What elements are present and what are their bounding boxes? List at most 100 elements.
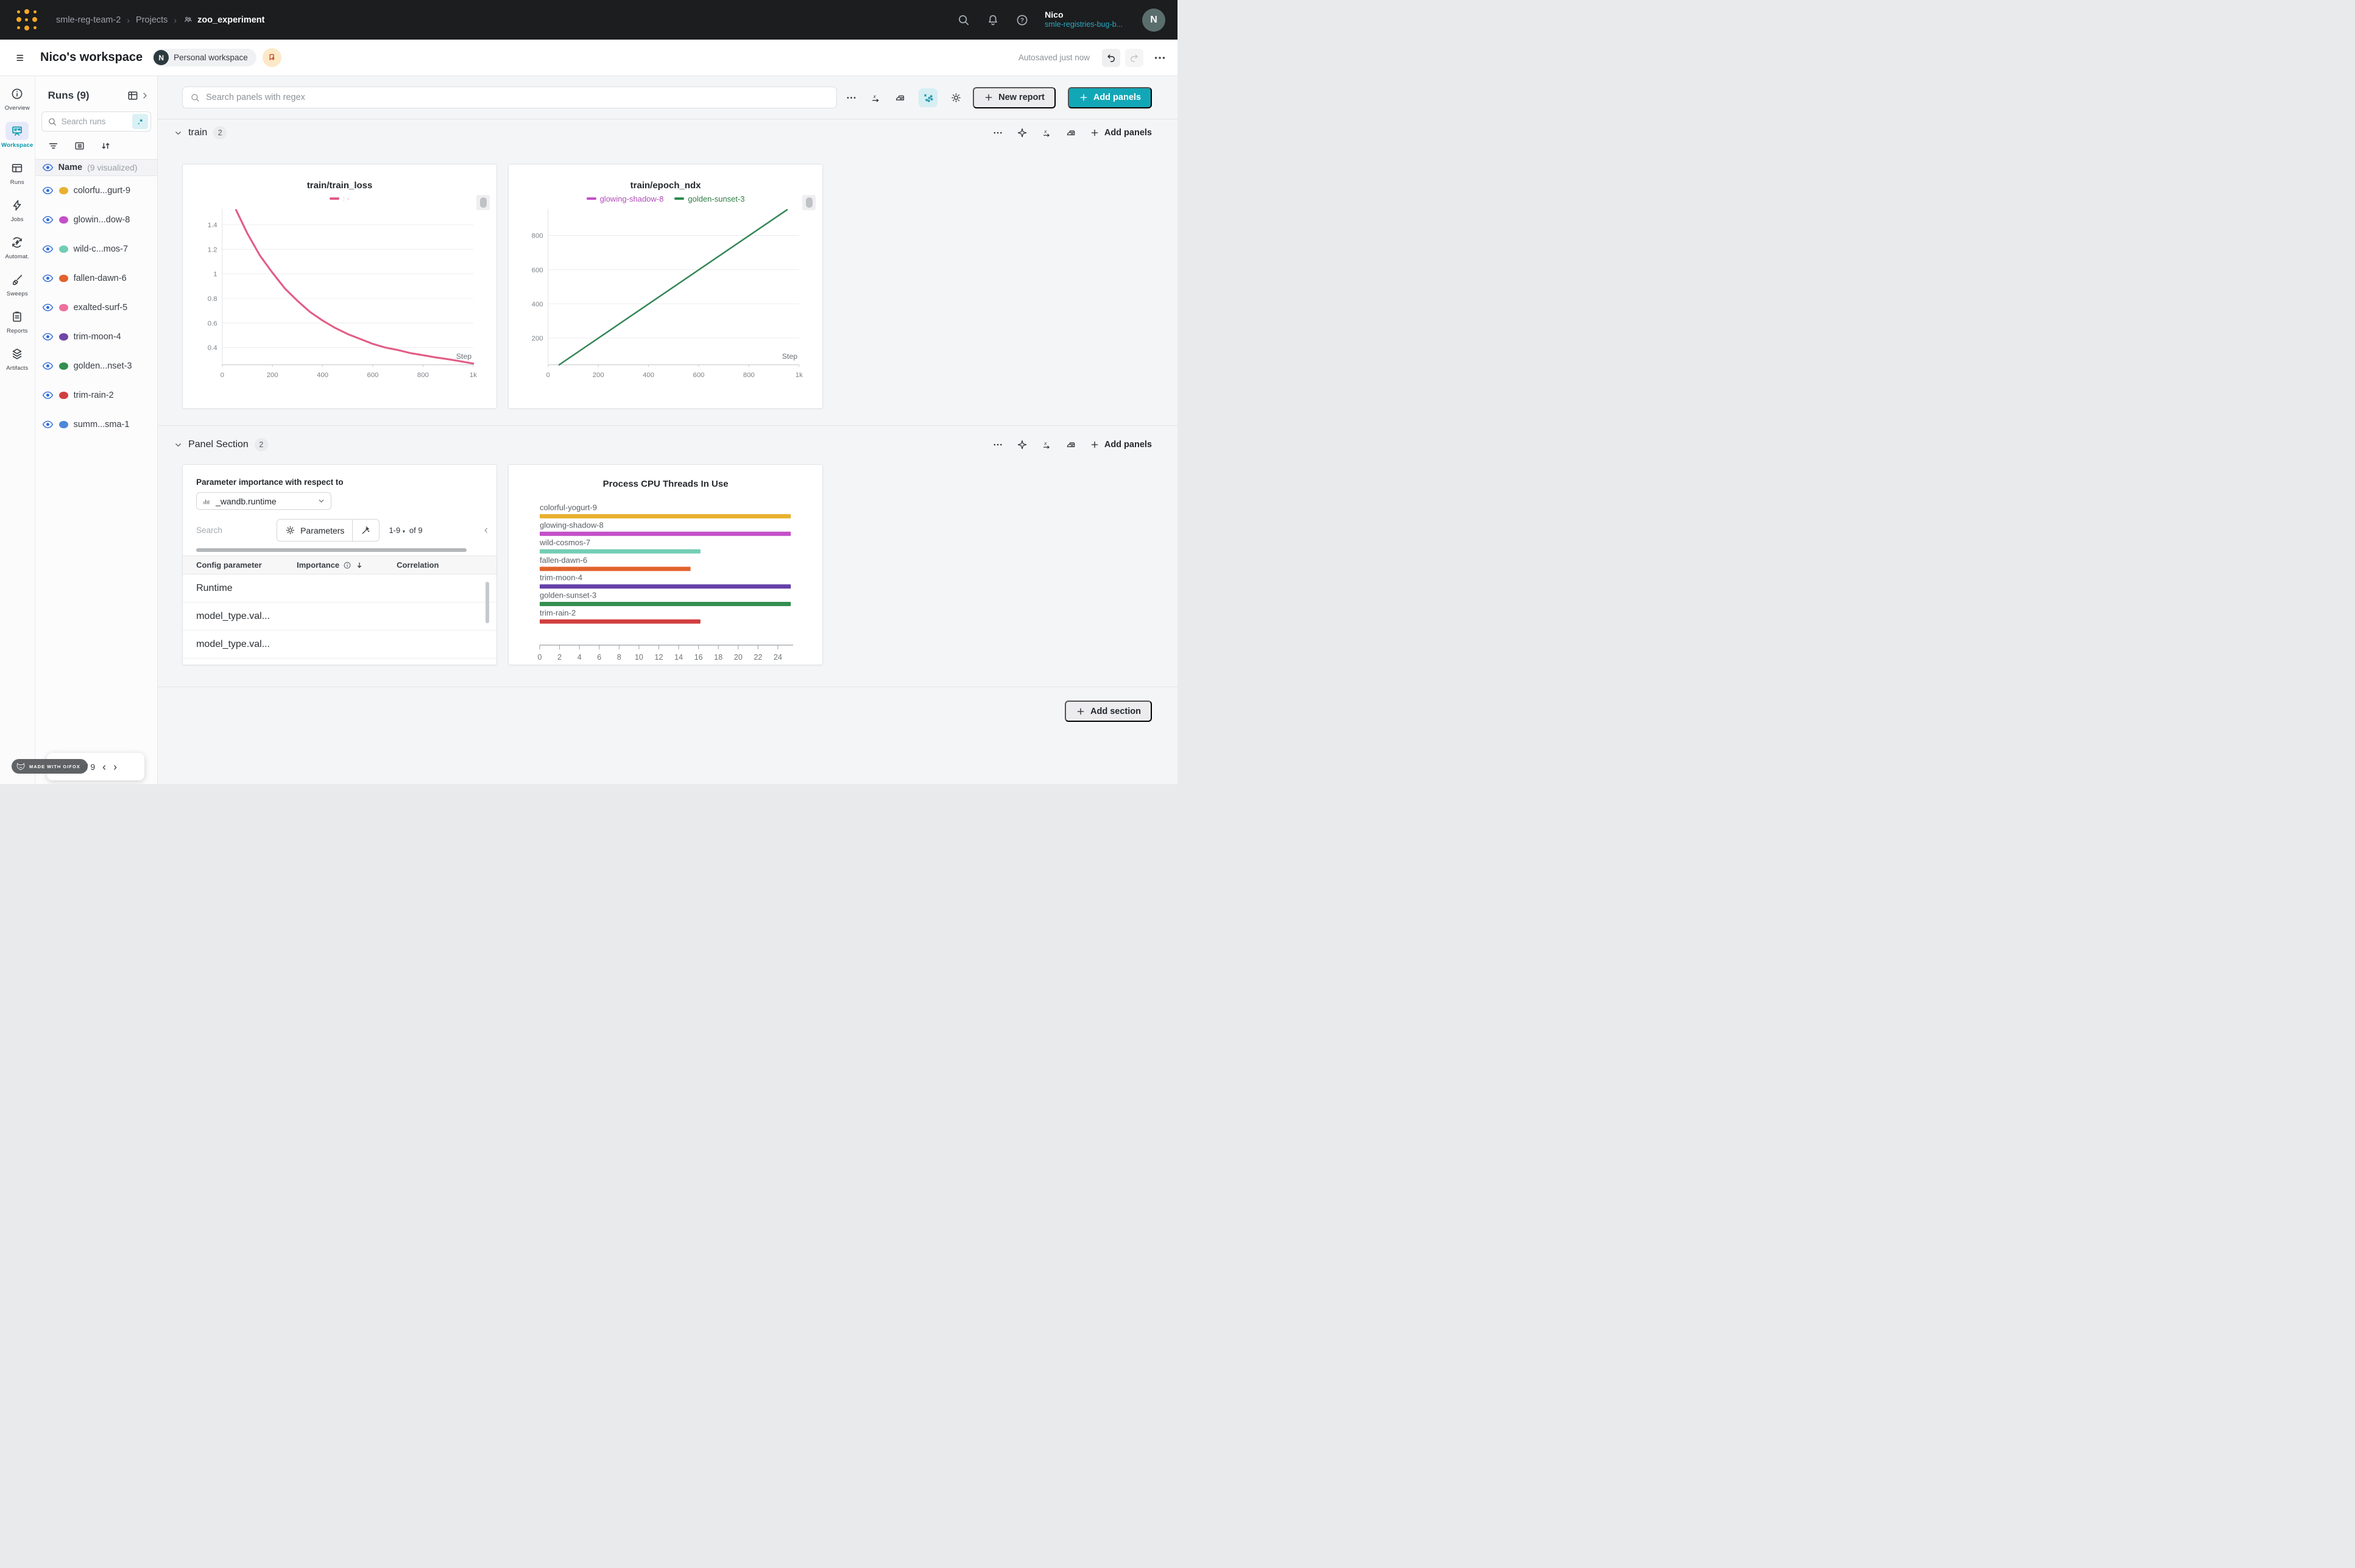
pager-next-button[interactable]: › — [113, 761, 117, 772]
breadcrumb-team[interactable]: smle-reg-team-2 — [56, 15, 121, 25]
sort-desc-arrow-icon[interactable] — [355, 561, 364, 570]
parameters-button[interactable]: Parameters — [277, 520, 352, 541]
pin-sparkle-icon[interactable] — [1017, 439, 1028, 450]
collapse-left-icon[interactable]: ‹ — [477, 524, 488, 537]
section-add-panels-button[interactable]: Add panels — [1090, 128, 1152, 138]
section-more-icon[interactable] — [992, 439, 1003, 450]
epoch-ndx-chart[interactable]: 20040060080002004006008001kStep — [509, 169, 824, 389]
settings-gear-icon[interactable] — [950, 92, 962, 104]
run-row[interactable]: trim-moon-4 — [35, 322, 158, 351]
col-importance[interactable]: Importance — [297, 560, 339, 570]
breadcrumb-projects[interactable]: Projects — [136, 15, 168, 25]
vertical-scrollbar[interactable] — [485, 582, 489, 623]
run-row[interactable]: fallen-dawn-6 — [35, 264, 158, 293]
cpu-threads-chart[interactable]: colorful-yogurt-9glowing-shadow-8wild-co… — [509, 494, 824, 666]
col-config-parameter[interactable]: Config parameter — [196, 560, 297, 570]
runs-list-header[interactable]: Name (9 visualized) — [35, 159, 158, 176]
eye-visible-icon[interactable] — [42, 245, 54, 253]
user-menu[interactable]: Nico smle-registries-bug-b... — [1045, 10, 1123, 30]
sidebar-item-runs[interactable]: Runs — [0, 159, 34, 186]
sidebar-item-jobs[interactable]: Jobs — [0, 196, 34, 223]
smoothing-iron-icon[interactable] — [894, 92, 906, 104]
chevron-right-icon[interactable] — [140, 91, 150, 101]
sort-icon[interactable] — [100, 140, 111, 152]
run-row[interactable]: summ...sma-1 — [35, 410, 158, 439]
eye-visible-icon[interactable] — [42, 216, 54, 224]
magic-wand-button[interactable] — [352, 520, 379, 541]
importance-table-row[interactable]: model_type.val... — [183, 602, 496, 630]
help-icon[interactable]: ? — [1015, 13, 1029, 27]
run-row[interactable]: wild-c...mos-7 — [35, 235, 158, 264]
sidebar-item-workspace[interactable]: Workspace — [0, 122, 34, 149]
horizontal-scrollbar[interactable] — [196, 548, 467, 552]
section-title[interactable]: train — [188, 127, 207, 138]
add-panels-button[interactable]: Add panels — [1068, 87, 1152, 108]
pager-prev-button[interactable]: ‹ — [102, 761, 106, 772]
run-row[interactable]: exalted-surf-5 — [35, 293, 158, 322]
eye-visible-icon[interactable] — [42, 333, 54, 341]
run-row[interactable]: glowin...dow-8 — [35, 205, 158, 235]
scatter-mode-button[interactable] — [919, 88, 937, 107]
panel-epoch-ndx[interactable]: train/epoch_ndx glowing-shadow-8 golden-… — [508, 164, 823, 409]
search-panels-input[interactable]: Search panels with regex — [182, 87, 837, 108]
panel-parameter-importance[interactable]: Parameter importance with respect to _wa… — [182, 464, 497, 665]
run-name: trim-rain-2 — [74, 390, 114, 400]
notifications-bell-icon[interactable] — [986, 13, 1000, 27]
undo-button[interactable] — [1102, 49, 1120, 67]
new-report-button[interactable]: New report — [973, 87, 1056, 108]
eye-visible-icon[interactable] — [42, 391, 54, 400]
run-row[interactable]: trim-rain-2 — [35, 381, 158, 410]
section-add-panels-button[interactable]: Add panels — [1090, 440, 1152, 450]
section-title[interactable]: Panel Section — [188, 439, 249, 450]
avatar[interactable]: N — [1142, 9, 1165, 32]
eye-visible-icon[interactable] — [42, 274, 54, 283]
col-correlation[interactable]: Correlation — [397, 560, 496, 570]
section-more-icon[interactable] — [992, 127, 1003, 138]
sidebar-item-reports[interactable]: Reports — [0, 308, 34, 334]
more-options-icon[interactable] — [846, 92, 857, 104]
sidebar-item-sweeps[interactable]: Sweeps — [0, 270, 34, 297]
run-row[interactable]: colorfu...gurt-9 — [35, 176, 158, 205]
panel-cpu-threads[interactable]: Process CPU Threads In Use colorful-yogu… — [508, 464, 823, 665]
importance-page-range[interactable]: 1-9 ▾ — [389, 526, 404, 535]
importance-table-row[interactable]: Runtime — [183, 574, 496, 602]
run-color-dot — [59, 216, 68, 224]
importance-search-input[interactable]: Search — [196, 526, 222, 535]
bar-metric-icon — [202, 497, 211, 506]
wandb-logo-icon[interactable] — [15, 8, 39, 32]
eye-visible-icon[interactable] — [42, 362, 54, 370]
eye-visible-icon[interactable] — [42, 186, 54, 195]
panel-train-loss[interactable]: train/train_loss : - 0.40.60.811.21.4020… — [182, 164, 497, 409]
metric-dropdown[interactable]: _wandb.runtime — [196, 492, 331, 510]
sidebar-item-overview[interactable]: Overview — [0, 85, 34, 111]
filter-icon[interactable] — [48, 140, 59, 152]
x-axis-settings-icon[interactable]: x — [870, 92, 881, 104]
regex-toggle[interactable]: .* — [132, 114, 148, 129]
redo-button[interactable] — [1125, 49, 1143, 67]
breadcrumb-project[interactable]: zoo_experiment — [183, 15, 264, 25]
runs-table-expand-icon[interactable] — [127, 90, 139, 102]
smoothing-iron-icon[interactable] — [1065, 439, 1076, 450]
x-axis-settings-icon[interactable]: x — [1041, 127, 1052, 138]
add-section-button[interactable]: Add section — [1065, 701, 1152, 722]
workspace-badge[interactable]: N Personal workspace — [152, 49, 256, 66]
run-row[interactable]: golden...nset-3 — [35, 351, 158, 381]
train-loss-chart[interactable]: 0.40.60.811.21.402004006008001kStep — [183, 169, 498, 389]
chevron-down-icon[interactable] — [174, 440, 183, 450]
search-runs-input[interactable]: Search runs .* — [41, 111, 152, 132]
workspace-more-menu-icon[interactable] — [1153, 51, 1167, 65]
bookmark-remove-icon[interactable] — [263, 48, 281, 67]
hamburger-menu-icon[interactable] — [15, 52, 27, 64]
x-axis-settings-icon[interactable]: x — [1041, 439, 1052, 450]
group-list-icon[interactable] — [74, 140, 85, 152]
eye-visible-icon[interactable] — [42, 420, 54, 429]
sidebar-item-artifacts[interactable]: Artifacts — [0, 345, 34, 372]
search-icon[interactable] — [957, 13, 970, 27]
pin-sparkle-icon[interactable] — [1017, 127, 1028, 138]
chevron-down-icon[interactable] — [174, 129, 183, 138]
importance-table-row[interactable]: model_type.val... — [183, 630, 496, 659]
info-icon[interactable] — [343, 561, 351, 570]
sidebar-item-automat[interactable]: Automat. — [0, 233, 34, 260]
eye-visible-icon[interactable] — [42, 303, 54, 312]
smoothing-iron-icon[interactable] — [1065, 127, 1076, 138]
